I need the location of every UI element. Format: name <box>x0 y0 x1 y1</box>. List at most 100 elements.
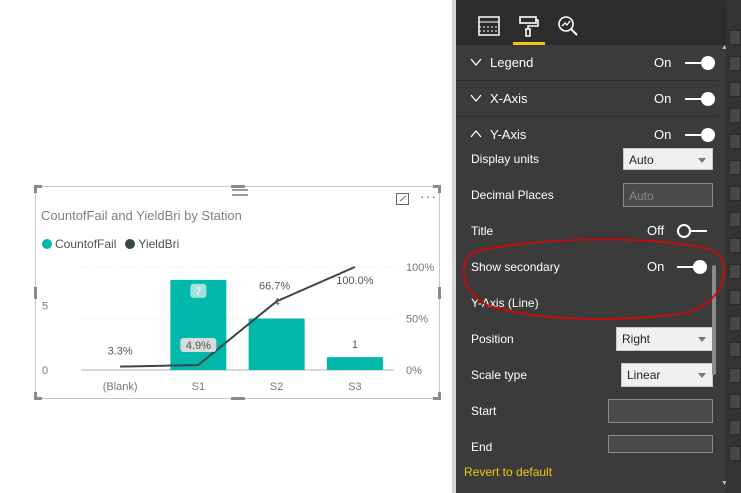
decimal-places-label: Decimal Places <box>471 188 554 202</box>
y-axis-toggle[interactable] <box>685 128 715 142</box>
collapsed-pane-cell <box>729 56 741 71</box>
show-secondary-row: Show secondary On <box>456 255 718 291</box>
collapsed-pane-cell <box>729 134 741 149</box>
bar-data-label: 4 <box>274 297 280 309</box>
start-row: Start <box>456 399 718 435</box>
position-row: Position Right <box>456 327 718 363</box>
collapsed-pane-cell <box>729 82 741 97</box>
x-axis-tick-label: S3 <box>348 381 361 393</box>
section-label: Y-Axis <box>490 127 527 142</box>
legend-toggle[interactable] <box>685 56 715 70</box>
bar-data-label: 1 <box>352 339 358 351</box>
end-input[interactable] <box>608 435 713 453</box>
end-label: End <box>471 440 493 454</box>
y-axis-line-heading-row: Y-Axis (Line) <box>456 291 718 327</box>
x-axis-toggle[interactable] <box>685 92 715 106</box>
resize-handle-tr-v[interactable] <box>438 185 441 193</box>
resize-handle-left[interactable] <box>34 287 37 299</box>
format-pane: Legend On X-Axis On Y-Axis On Display un… <box>456 0 741 493</box>
collapsed-pane-cell <box>729 160 741 175</box>
analytics-magnifier-icon <box>558 16 578 36</box>
collapsed-pane-cell <box>729 420 741 435</box>
show-secondary-state: On <box>647 259 665 274</box>
x-axis-tick-label: (Blank) <box>103 381 138 393</box>
tab-format[interactable] <box>515 13 543 39</box>
chart-visual[interactable]: ··· CountofFail and YieldBri by Station … <box>35 186 440 399</box>
pane-topbar <box>456 0 726 7</box>
y-axis-tick-label: 5 <box>42 301 48 313</box>
section-state: On <box>654 91 672 106</box>
bar <box>326 357 383 370</box>
collapsed-pane-cell <box>729 108 741 123</box>
title-toggle[interactable] <box>677 224 707 238</box>
resize-handle-top[interactable] <box>231 185 245 188</box>
section-x-axis[interactable]: X-Axis On <box>456 81 718 117</box>
secondary-axis-tick-label: 100% <box>406 262 434 274</box>
paint-roller-icon <box>519 16 539 37</box>
chevron-down-icon <box>698 337 706 342</box>
resize-handle-br-v[interactable] <box>438 392 441 400</box>
y-axis-tick-label: 0 <box>42 365 48 377</box>
show-secondary-toggle[interactable] <box>677 260 707 274</box>
collapsed-pane-cell <box>729 290 741 305</box>
x-axis-tick-label: S1 <box>192 381 205 393</box>
scale-type-select[interactable]: Linear <box>621 363 713 387</box>
section-legend[interactable]: Legend On <box>456 45 718 81</box>
collapsed-pane-cell <box>729 394 741 409</box>
resize-handle-right[interactable] <box>438 287 441 299</box>
title-state: Off <box>647 223 665 238</box>
chevron-down-icon <box>470 94 482 103</box>
position-value: Right <box>622 332 651 346</box>
decimal-places-row: Decimal Places Auto <box>456 183 718 219</box>
display-units-label: Display units <box>471 152 540 166</box>
line-data-label: 3.3% <box>108 346 133 358</box>
secondary-axis-tick-label: 0% <box>406 365 422 377</box>
collapsed-pane-cell <box>729 238 741 253</box>
resize-handle-tl-v[interactable] <box>34 185 37 193</box>
display-units-select[interactable]: Auto <box>623 148 713 170</box>
tab-fields[interactable] <box>475 13 503 39</box>
title-row: Title Off <box>456 219 718 255</box>
scale-type-label: Scale type <box>471 368 528 382</box>
start-input[interactable] <box>608 399 713 423</box>
revert-to-default-link[interactable]: Revert to default <box>464 465 552 479</box>
chevron-up-icon <box>470 129 482 138</box>
collapsed-pane-cell <box>729 30 741 45</box>
line-data-label: 100.0% <box>336 275 374 287</box>
tab-analytics[interactable] <box>554 13 582 39</box>
yield-line <box>120 266 356 368</box>
fields-grid-icon <box>478 16 500 36</box>
collapsed-pane-cell <box>729 368 741 383</box>
collapsed-pane-cell <box>729 316 741 331</box>
section-state: On <box>654 127 672 142</box>
show-secondary-label: Show secondary <box>471 260 560 274</box>
line-data-label: 66.7% <box>259 280 290 292</box>
chevron-down-icon <box>470 58 482 67</box>
title-label: Title <box>471 224 494 238</box>
scale-type-row: Scale type Linear <box>456 363 718 399</box>
decimal-places-input[interactable]: Auto <box>623 183 713 207</box>
collapsed-pane-cell <box>729 446 741 461</box>
collapsed-pane-cell <box>729 212 741 227</box>
y-axis-line-heading: Y-Axis (Line) <box>471 296 539 310</box>
pane-scrollbar-thumb[interactable] <box>712 265 716 375</box>
display-units-row: Display units Auto <box>456 148 718 184</box>
collapsed-pane-cell <box>729 186 741 201</box>
pane-scrollbar-track[interactable] <box>718 45 726 493</box>
resize-handle-bottom[interactable] <box>231 397 245 400</box>
resize-handle-bl-v[interactable] <box>34 392 37 400</box>
section-label: X-Axis <box>490 91 528 106</box>
pane-tabs <box>456 7 726 45</box>
chevron-down-icon <box>698 158 706 163</box>
scale-type-value: Linear <box>627 368 661 382</box>
line-data-label: 4.9% <box>186 340 211 352</box>
combo-chart: 050%50%100%(Blank) S1 S2 S37413.3% 4.9%66.7%… <box>42 262 434 393</box>
collapsed-pane-cell <box>729 342 741 357</box>
secondary-axis-tick-label: 50% <box>406 314 428 326</box>
position-select[interactable]: Right <box>616 327 713 351</box>
display-units-value: Auto <box>629 153 654 167</box>
fields-pane-strip <box>726 0 741 493</box>
bar <box>248 318 305 370</box>
section-state: On <box>654 55 672 70</box>
x-axis-tick-label: S2 <box>270 381 283 393</box>
